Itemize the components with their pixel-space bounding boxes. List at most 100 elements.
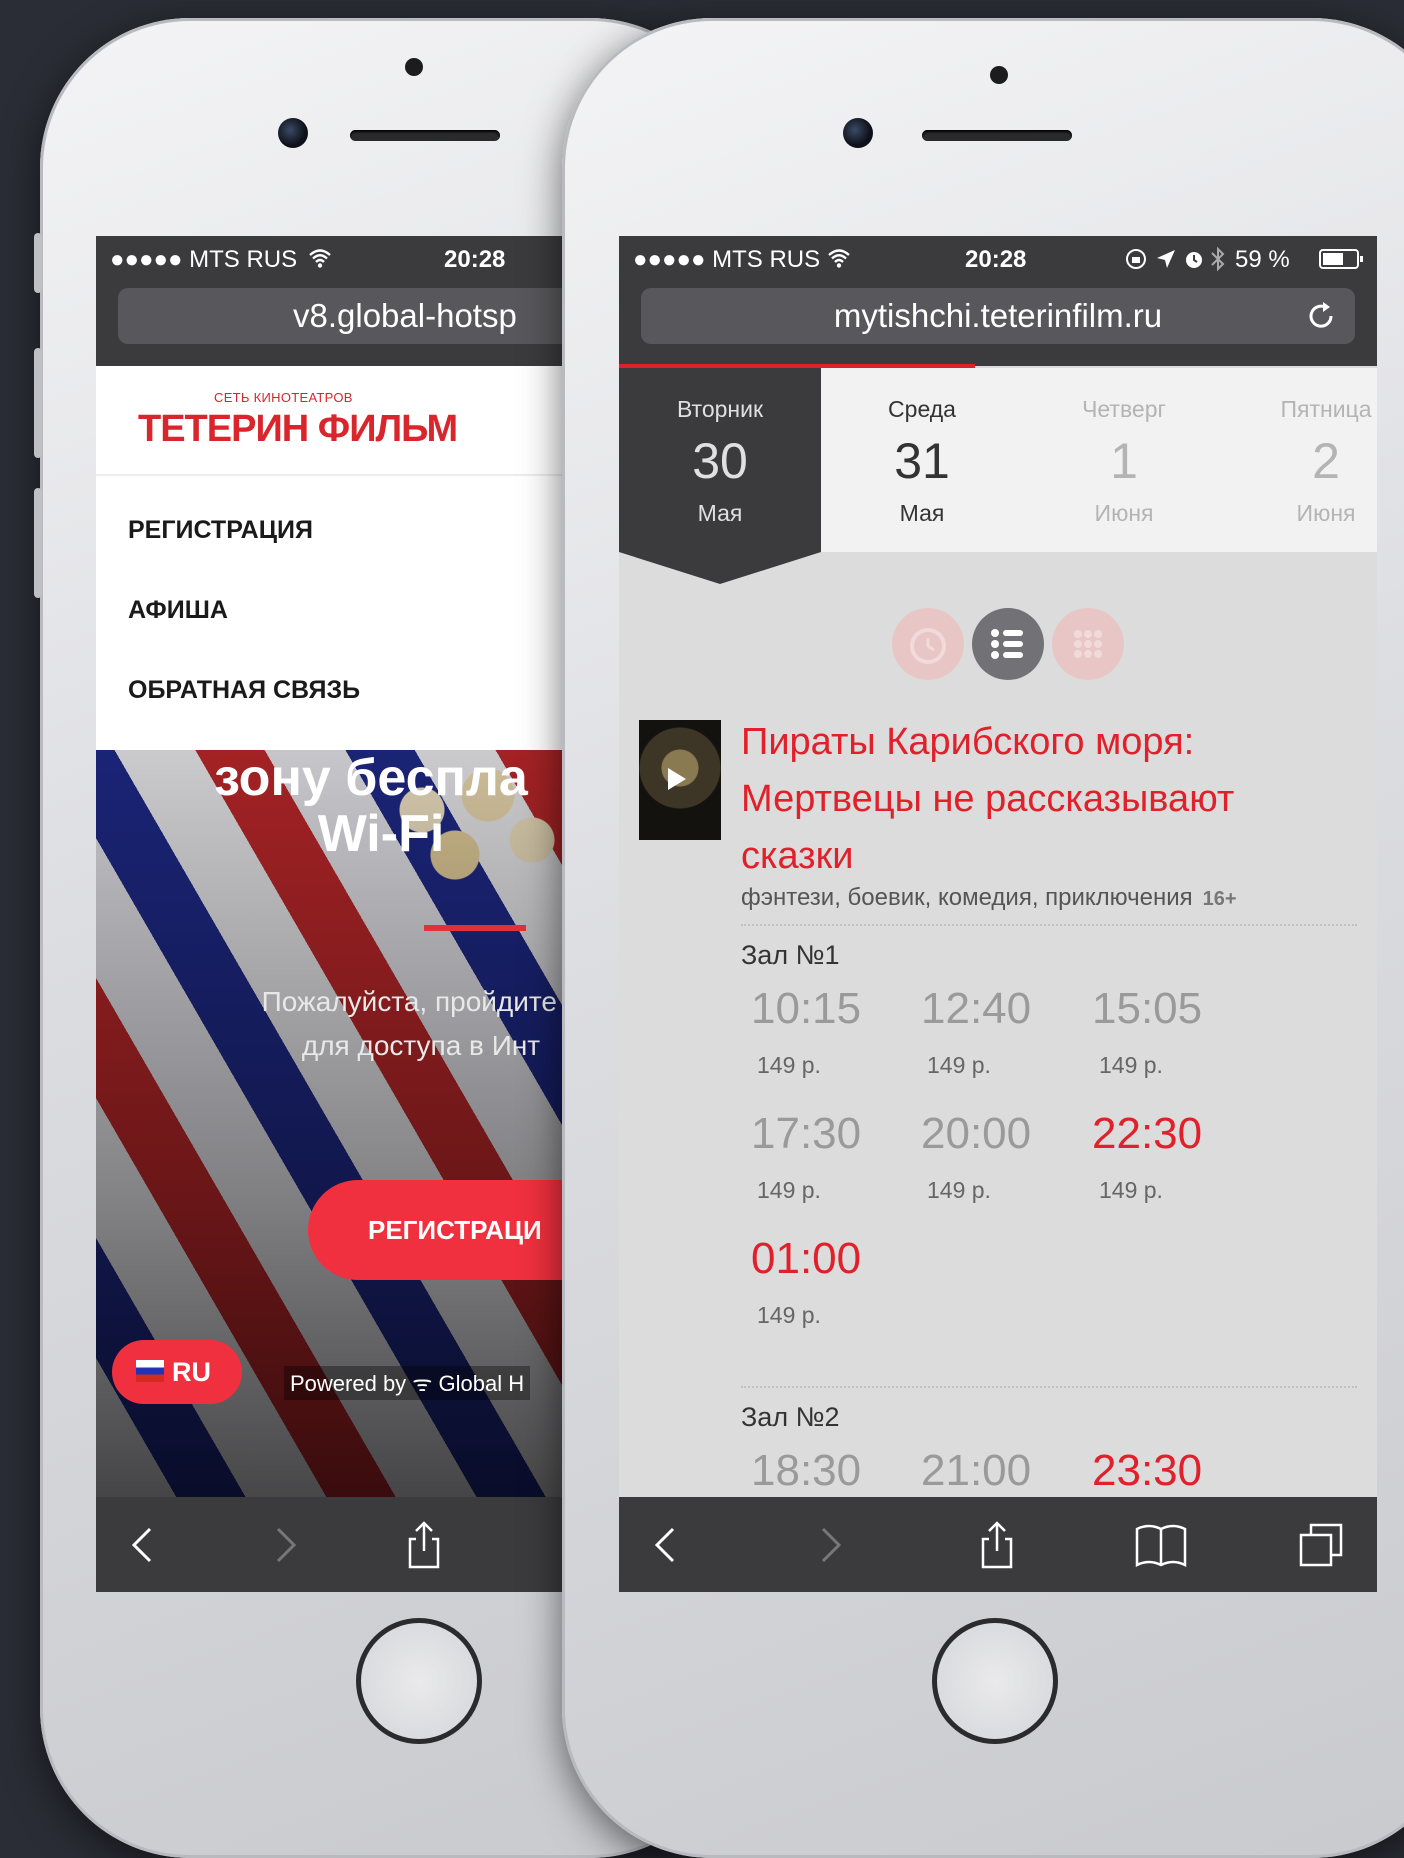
hero-divider — [424, 925, 526, 931]
session-time-late[interactable]: 01:00 — [751, 1234, 861, 1284]
reload-icon[interactable] — [1303, 298, 1339, 334]
proximity-sensor — [405, 58, 423, 76]
list-icon — [991, 629, 1023, 659]
session-time[interactable]: 18:30 — [751, 1446, 861, 1496]
front-camera — [843, 118, 873, 148]
day-tab-friday[interactable]: Пятница 2 Июня — [1225, 368, 1377, 552]
session-price: 149 р. — [757, 1052, 821, 1078]
earpiece-speaker — [922, 130, 1072, 141]
session-time[interactable]: 15:05 — [1092, 984, 1202, 1034]
home-button[interactable] — [356, 1618, 482, 1744]
day-number: 1 — [1110, 433, 1138, 489]
age-rating-badge: 16+ — [1202, 888, 1237, 910]
register-button[interactable]: РЕГИСТРАЦИ — [308, 1180, 566, 1280]
menu-item-feedback[interactable]: ОБРАТНАЯ СВЯЗЬ — [128, 676, 360, 705]
day-name: Четверг — [1082, 396, 1166, 422]
hero-title: зону беспла Wi-Fi — [96, 750, 566, 862]
session-time[interactable]: 10:15 — [751, 984, 861, 1034]
day-month: Июня — [1094, 500, 1154, 526]
battery-percent: 59 % — [1235, 246, 1290, 273]
session-price: 149 р. — [927, 1177, 991, 1203]
day-tab-tuesday[interactable]: Вторник 30 Мая — [619, 368, 821, 552]
alarm-icon — [1186, 252, 1202, 268]
site-header: СЕТЬ КИНОТЕАТРОВ ТЕТЕРИН ФИЛЬМ — [96, 368, 566, 476]
session-price: 149 р. — [757, 1177, 821, 1203]
view-timeline-button[interactable] — [892, 608, 964, 680]
session-price: 149 р. — [757, 1302, 821, 1328]
day-name: Вторник — [676, 396, 764, 422]
session-time[interactable]: 21:00 — [921, 1446, 1031, 1496]
hero-title-line1: зону беспла — [214, 750, 528, 807]
session-time[interactable]: 17:30 — [751, 1109, 861, 1159]
location-icon — [1157, 250, 1175, 268]
back-icon[interactable] — [116, 1517, 172, 1573]
clock: 20:28 — [965, 246, 1027, 273]
play-icon — [668, 768, 686, 790]
back-icon[interactable] — [639, 1517, 695, 1573]
movie-title-line: Мертвецы не рассказывают — [741, 778, 1235, 820]
hero-title-line2: Wi-Fi — [317, 805, 445, 863]
russia-flag-icon — [136, 1360, 164, 1382]
session-price: 149 р. — [1099, 1052, 1163, 1078]
forward-icon[interactable] — [801, 1517, 857, 1573]
day-month: Мая — [697, 500, 743, 526]
session-time-late[interactable]: 23:30 — [1092, 1446, 1202, 1496]
address-bar-container: mytishchi.teterinfilm.ru — [619, 280, 1377, 366]
status-bar: ●●●●● MTS RUS 20:28 — [96, 236, 566, 280]
hero-text: Пожалуйста, пройдите р для доступа в Инт — [156, 980, 566, 1068]
powered-by-label: Powered by ᯤ Global H — [284, 1366, 531, 1400]
language-label: RU — [172, 1357, 211, 1387]
session-price: 149 р. — [1099, 1177, 1163, 1203]
clock-icon — [910, 628, 946, 664]
tabs-icon[interactable] — [1295, 1517, 1351, 1573]
view-grid-button[interactable] — [1052, 608, 1124, 680]
left-screen: ●●●●● MTS RUS 20:28 v8.global-hotsp СЕТЬ… — [96, 236, 566, 1592]
day-number: 2 — [1312, 433, 1340, 489]
day-tab-wednesday[interactable]: Среда 31 Мая — [821, 368, 1023, 552]
mute-switch — [34, 233, 42, 293]
day-month: Июня — [1296, 500, 1356, 526]
address-bar[interactable]: v8.global-hotsp — [118, 288, 566, 344]
view-list-button[interactable] — [972, 608, 1044, 680]
language-switcher[interactable]: RU — [112, 1340, 242, 1404]
hall-title: Зал №1 — [741, 940, 840, 970]
browser-toolbar — [96, 1497, 566, 1592]
logo[interactable]: ТЕТЕРИН ФИЛЬМ — [138, 408, 458, 451]
day-number: 30 — [692, 433, 748, 489]
bookmarks-icon[interactable] — [1133, 1517, 1189, 1573]
menu-item-afisha[interactable]: АФИША — [128, 596, 228, 625]
date-selector: Вторник 30 Мая Среда 31 Мая Четверг 1 Ию… — [619, 368, 1377, 552]
carrier-label: ●●●●● MTS RUS — [633, 246, 821, 273]
address-bar[interactable]: mytishchi.teterinfilm.ru — [641, 288, 1355, 344]
proximity-sensor — [990, 66, 1008, 84]
forward-icon[interactable] — [256, 1517, 312, 1573]
grid-icon — [1074, 630, 1102, 658]
share-icon[interactable] — [969, 1517, 1025, 1573]
hero-text-line1: Пожалуйста, пройдите р — [261, 986, 566, 1017]
movie-title-line: сказки — [741, 835, 854, 877]
right-screen: ●●●●● MTS RUS 20:28 59 % mytishchi.teter… — [619, 236, 1377, 1592]
carrier-label: ●●●●● MTS RUS — [110, 246, 298, 273]
earpiece-speaker — [350, 130, 500, 141]
session-time[interactable]: 20:00 — [921, 1109, 1031, 1159]
wifi-icon — [828, 249, 850, 268]
divider — [741, 1386, 1357, 1388]
movie-poster[interactable] — [639, 720, 721, 840]
active-day-pointer — [619, 552, 821, 584]
home-button[interactable] — [932, 1618, 1058, 1744]
share-icon[interactable] — [396, 1517, 452, 1573]
wifi-icon — [309, 249, 331, 268]
logo-subtitle: СЕТЬ КИНОТЕАТРОВ — [214, 390, 353, 405]
divider — [741, 924, 1357, 926]
nav-menu: РЕГИСТРАЦИЯ АФИША ОБРАТНАЯ СВЯЗЬ — [96, 476, 566, 750]
orientation-lock-icon — [1126, 249, 1146, 269]
session-time[interactable]: 12:40 — [921, 984, 1031, 1034]
day-tab-thursday[interactable]: Четверг 1 Июня — [1023, 368, 1225, 552]
movie-title[interactable]: Пираты Карибского моря: Мертвецы не расс… — [741, 714, 1301, 885]
menu-item-registration[interactable]: РЕГИСТРАЦИЯ — [128, 516, 313, 545]
clock: 20:28 — [444, 246, 506, 273]
address-bar-container: v8.global-hotsp — [96, 280, 566, 366]
session-time-late[interactable]: 22:30 — [1092, 1109, 1202, 1159]
battery-icon — [1319, 249, 1363, 269]
hero-text-line2: для доступа в Инт — [301, 1030, 541, 1061]
